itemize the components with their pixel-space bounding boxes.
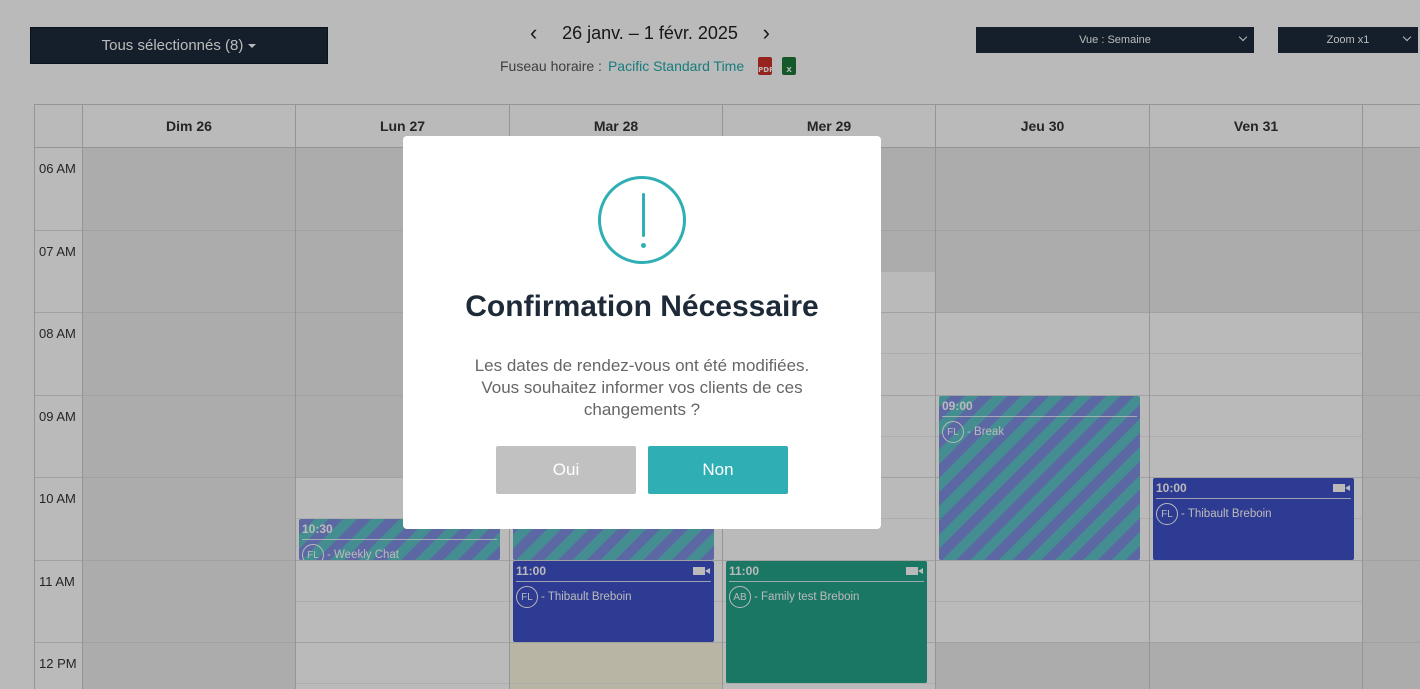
warning-icon <box>598 176 686 264</box>
warning-icon-bar <box>642 193 645 237</box>
warning-icon-dot <box>641 243 646 248</box>
yes-button[interactable]: Oui <box>496 446 636 494</box>
dialog-title: Confirmation Nécessaire <box>465 290 819 323</box>
dialog-message: Les dates de rendez-vous ont été modifié… <box>474 356 810 419</box>
confirmation-dialog: Confirmation Nécessaire Les dates de ren… <box>403 136 881 529</box>
no-button[interactable]: Non <box>648 446 788 494</box>
